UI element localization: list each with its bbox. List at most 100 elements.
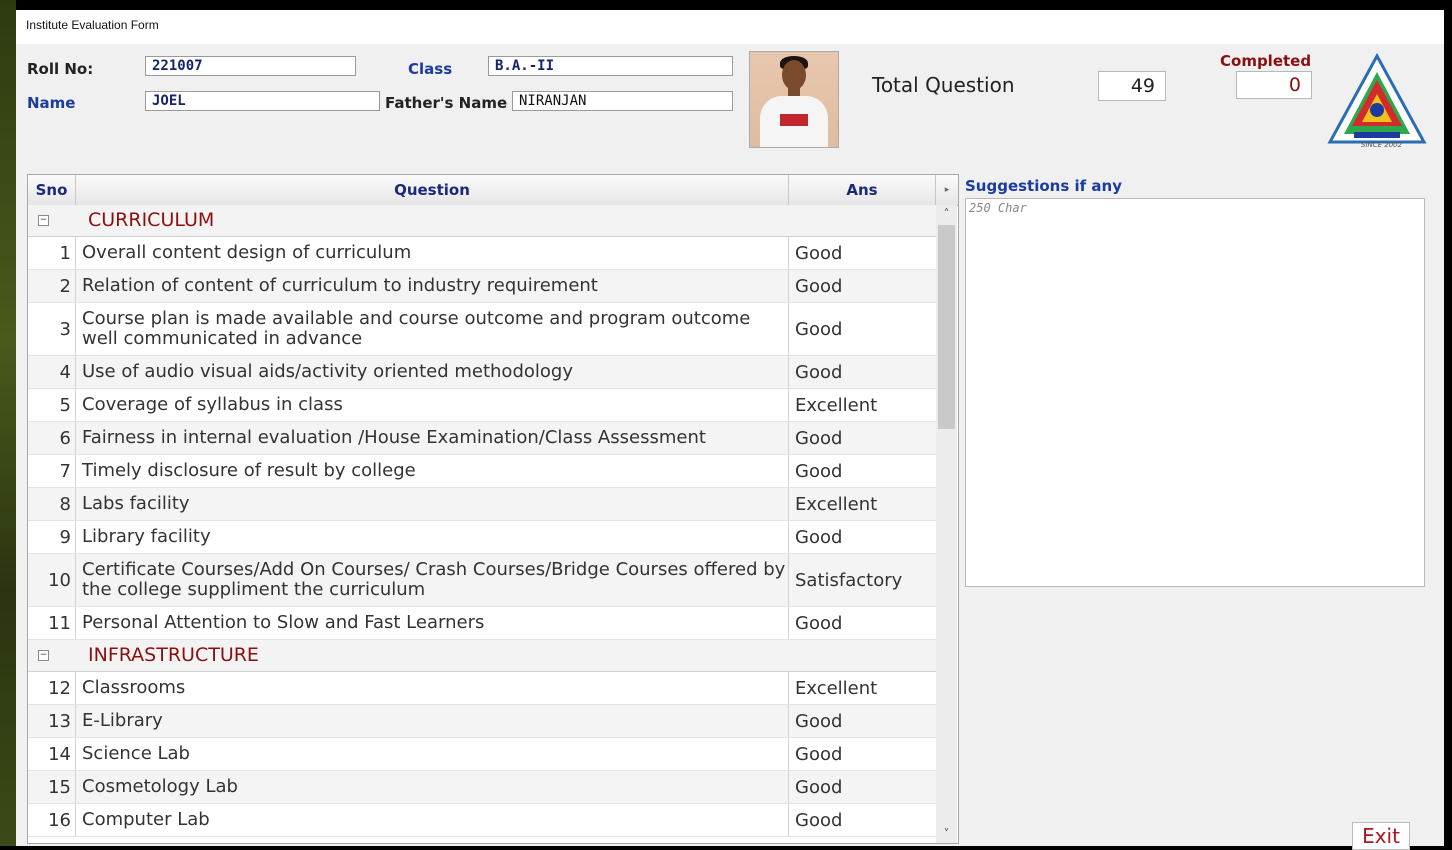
cell-answer[interactable]: Excellent	[789, 672, 936, 704]
title-bar: Institute Evaluation Form	[16, 10, 1444, 44]
group-row-curriculum[interactable]: − CURRICULUM	[28, 205, 936, 237]
suggestions-textarea[interactable]: 250 Char	[965, 198, 1425, 587]
student-photo	[749, 51, 839, 148]
cell-sno: 15	[28, 771, 76, 803]
header-sno[interactable]: Sno	[28, 175, 76, 205]
table-row[interactable]: 7 Timely disclosure of result by college G…	[28, 455, 936, 488]
cell-question: Classrooms	[76, 672, 789, 704]
total-question-value: 49	[1098, 71, 1166, 101]
name-label: Name	[27, 94, 76, 112]
roll-no-label: Roll No:	[27, 60, 94, 78]
cell-answer[interactable]: Good	[789, 804, 936, 836]
cell-sno: 5	[28, 389, 76, 421]
cell-question: Certificate Courses/Add On Courses/ Cras…	[76, 554, 789, 606]
cell-sno: 2	[28, 270, 76, 302]
cell-answer[interactable]: Satisfactory	[789, 554, 936, 606]
cell-question: Personal Attention to Slow and Fast Lear…	[76, 607, 789, 639]
chevron-up-icon[interactable]: ˄	[936, 205, 957, 223]
header-question[interactable]: Question	[76, 175, 789, 205]
table-row[interactable]: 10 Certificate Courses/Add On Courses/ Cr…	[28, 554, 936, 607]
scroll-right-icon[interactable]: ▸	[936, 175, 958, 205]
vertical-scrollbar[interactable]: ˄ ˅	[936, 205, 957, 843]
cell-answer[interactable]: Excellent	[789, 389, 936, 421]
completed-value: 0	[1236, 71, 1312, 99]
cell-answer[interactable]: Good	[789, 270, 936, 302]
scrollbar-thumb[interactable]	[938, 225, 955, 429]
cell-sno: 4	[28, 356, 76, 388]
cell-question: Science Lab	[76, 738, 789, 770]
table-row[interactable]: 16 Computer Lab Good	[28, 804, 936, 837]
cell-question: Coverage of syllabus in class	[76, 389, 789, 421]
cell-answer[interactable]: Good	[789, 607, 936, 639]
table-row[interactable]: 6 Fairness in internal evaluation /House …	[28, 422, 936, 455]
cell-sno: 7	[28, 455, 76, 487]
cell-answer[interactable]: Good	[789, 521, 936, 553]
class-field[interactable]: B.A.-II	[488, 56, 733, 76]
cell-question: Fairness in internal evaluation /House E…	[76, 422, 789, 454]
cell-answer[interactable]: Good	[789, 356, 936, 388]
name-field[interactable]: JOEL	[145, 91, 380, 111]
cell-sno: 6	[28, 422, 76, 454]
cell-question: Cosmetology Lab	[76, 771, 789, 803]
table-row[interactable]: 11 Personal Attention to Slow and Fast Le…	[28, 607, 936, 640]
cell-question: E-Library	[76, 705, 789, 737]
cell-question: Timely disclosure of result by college	[76, 455, 789, 487]
evaluation-window: Institute Evaluation Form Roll No: 22100…	[16, 10, 1444, 850]
total-question-label: Total Question	[872, 73, 1015, 97]
cell-sno: 12	[28, 672, 76, 704]
table-row[interactable]: 3 Course plan is made available and cours…	[28, 303, 936, 356]
table-row[interactable]: 15 Cosmetology Lab Good	[28, 771, 936, 804]
father-name-field[interactable]: NIRANJAN	[512, 91, 733, 111]
grid-rows: − CURRICULUM 1 Overall content design of …	[28, 205, 936, 837]
cell-question: Library facility	[76, 521, 789, 553]
cell-sno: 8	[28, 488, 76, 520]
table-row[interactable]: 8 Labs facility Excellent	[28, 488, 936, 521]
table-row[interactable]: 14 Science Lab Good	[28, 738, 936, 771]
group-row-infrastructure[interactable]: − INFRASTRUCTURE	[28, 640, 936, 672]
completed-label: Completed	[1220, 52, 1312, 70]
chevron-down-icon[interactable]: ˅	[936, 825, 957, 843]
father-name-label: Father's Name	[385, 94, 508, 112]
table-row[interactable]: 5 Coverage of syllabus in class Excellent	[28, 389, 936, 422]
cell-question: Relation of content of curriculum to ind…	[76, 270, 789, 302]
group-title: INFRASTRUCTURE	[88, 644, 259, 666]
cell-sno: 13	[28, 705, 76, 737]
table-row[interactable]: 9 Library facility Good	[28, 521, 936, 554]
group-title: CURRICULUM	[88, 209, 215, 231]
table-row[interactable]: 2 Relation of content of curriculum to in…	[28, 270, 936, 303]
cell-answer[interactable]: Good	[789, 237, 936, 269]
cell-answer[interactable]: Good	[789, 455, 936, 487]
table-row[interactable]: 13 E-Library Good	[28, 705, 936, 738]
table-row[interactable]: 1 Overall content design of curriculum Goo…	[28, 237, 936, 270]
header-ans[interactable]: Ans	[789, 175, 936, 205]
desktop-background	[0, 0, 16, 846]
cell-question: Course plan is made available and course…	[76, 303, 789, 355]
suggestions-label: Suggestions if any	[965, 177, 1122, 195]
cell-sno: 3	[28, 303, 76, 355]
minus-box-icon[interactable]: −	[38, 650, 49, 661]
cell-sno: 10	[28, 554, 76, 606]
questions-grid: Sno Question Ans ▸ − CURRICULUM 1 Overall…	[27, 174, 959, 844]
cell-question: Overall content design of curriculum	[76, 237, 789, 269]
cell-sno: 14	[28, 738, 76, 770]
grid-header: Sno Question Ans ▸	[28, 175, 958, 206]
cell-answer[interactable]: Good	[789, 422, 936, 454]
cell-answer[interactable]: Good	[789, 705, 936, 737]
roll-no-field[interactable]: 221007	[145, 56, 356, 76]
institute-emblem-icon	[1327, 52, 1427, 144]
emblem-tagline: SINCE 2002	[1361, 141, 1403, 149]
cell-answer[interactable]: Excellent	[789, 488, 936, 520]
window-title: Institute Evaluation Form	[26, 18, 159, 32]
cell-question: Labs facility	[76, 488, 789, 520]
cell-answer[interactable]: Good	[789, 303, 936, 355]
cell-question: Use of audio visual aids/activity orient…	[76, 356, 789, 388]
table-row[interactable]: 4 Use of audio visual aids/activity orien…	[28, 356, 936, 389]
cell-answer[interactable]: Good	[789, 738, 936, 770]
cell-answer[interactable]: Good	[789, 771, 936, 803]
cell-sno: 11	[28, 607, 76, 639]
minus-box-icon[interactable]: −	[38, 215, 49, 226]
table-row[interactable]: 12 Classrooms Excellent	[28, 672, 936, 705]
cell-sno: 1	[28, 237, 76, 269]
cell-sno: 9	[28, 521, 76, 553]
window-edge	[1444, 818, 1452, 846]
